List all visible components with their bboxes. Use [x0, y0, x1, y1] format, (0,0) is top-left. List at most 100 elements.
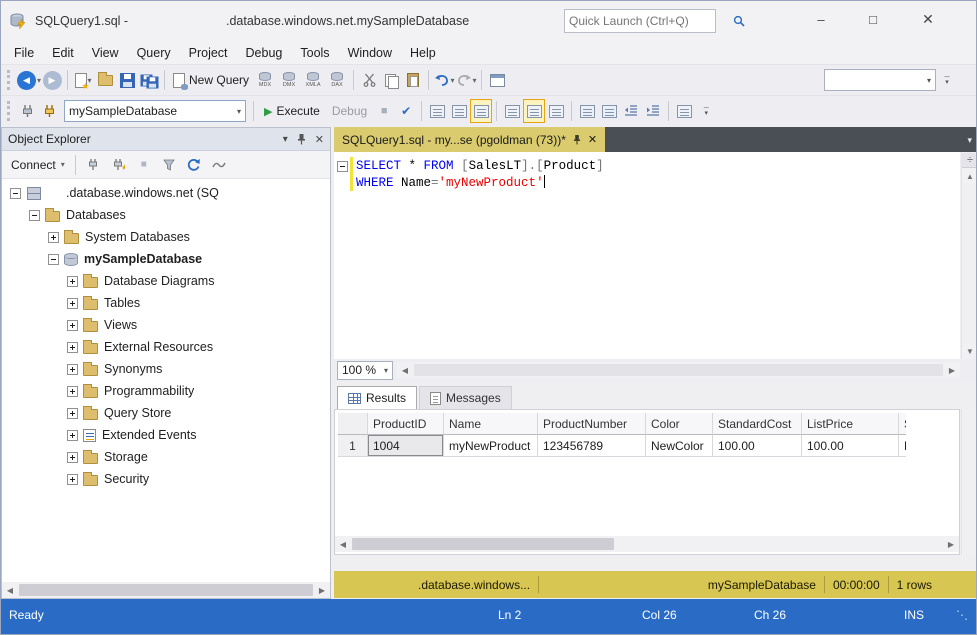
window-position-icon[interactable]: ▾	[283, 134, 288, 145]
tree-item-extended-events[interactable]: Extended Events	[2, 424, 330, 446]
estimated-plan-icon[interactable]	[426, 99, 448, 123]
scrollbar-thumb[interactable]	[19, 584, 313, 596]
close-button[interactable]: ✕	[906, 5, 950, 33]
tree-item-query-store[interactable]: Query Store	[2, 402, 330, 424]
stop-icon[interactable]: ■	[373, 99, 395, 123]
row-header[interactable]: 1	[338, 435, 368, 457]
column-header-listprice[interactable]: ListPrice	[802, 413, 899, 435]
scrollbar-thumb[interactable]	[414, 364, 943, 376]
expander-icon[interactable]	[48, 254, 59, 265]
connect-icon[interactable]	[17, 99, 39, 123]
expander-icon[interactable]	[67, 364, 78, 375]
menu-debug[interactable]: Debug	[237, 43, 292, 63]
save-button[interactable]	[116, 68, 138, 92]
menu-tools[interactable]: Tools	[291, 43, 338, 63]
cell-productid[interactable]: 1004	[368, 435, 444, 457]
menu-view[interactable]: View	[83, 43, 128, 63]
filter-icon[interactable]	[158, 153, 180, 177]
search-icon[interactable]	[728, 15, 750, 27]
expander-icon[interactable]	[67, 320, 78, 331]
options-icon[interactable]	[208, 153, 230, 177]
menu-project[interactable]: Project	[180, 43, 237, 63]
scroll-left-icon[interactable]: ◀	[397, 362, 413, 378]
increase-indent-icon[interactable]	[642, 99, 664, 123]
editor-hscrollbar[interactable]: ◀ ▶	[397, 362, 960, 378]
dmx-query-button[interactable]: DMX	[277, 68, 301, 92]
expander-icon[interactable]	[67, 408, 78, 419]
tree-item-mysampledatabase[interactable]: mySampleDatabase	[2, 248, 330, 270]
template-parameters-icon[interactable]	[673, 99, 695, 123]
menu-help[interactable]: Help	[401, 43, 445, 63]
expander-icon[interactable]	[10, 188, 21, 199]
object-explorer-hscrollbar[interactable]: ◀ ▶	[2, 582, 330, 598]
toolbar-grip[interactable]	[7, 101, 12, 121]
xmla-query-button[interactable]: XMLA	[301, 68, 325, 92]
tree-item-views[interactable]: Views	[2, 314, 330, 336]
cell-name[interactable]: myNewProduct	[444, 435, 538, 457]
scroll-right-icon[interactable]: ▶	[314, 582, 330, 598]
column-header-productid[interactable]: ProductID	[368, 413, 444, 435]
editor-vscrollbar[interactable]: ÷ ▲ ▼	[961, 153, 977, 359]
column-header-standardcost[interactable]: StandardCost	[713, 413, 802, 435]
scroll-down-icon[interactable]: ▼	[962, 343, 977, 359]
pin-icon[interactable]	[297, 133, 306, 145]
scrollbar-thumb[interactable]	[352, 538, 614, 550]
disconnect-icon[interactable]	[83, 153, 105, 177]
navigate-back-button[interactable]: ◀▾	[17, 68, 41, 92]
tab-messages[interactable]: Messages	[419, 386, 512, 409]
change-connection-icon[interactable]	[39, 99, 61, 123]
tree-item-databases[interactable]: Databases	[2, 204, 330, 226]
expander-icon[interactable]	[67, 298, 78, 309]
scroll-right-icon[interactable]: ▶	[943, 536, 959, 552]
live-query-stats-icon[interactable]	[448, 99, 470, 123]
expander-icon[interactable]	[67, 430, 78, 441]
mdx-query-button[interactable]: MDX	[253, 68, 277, 92]
comment-icon[interactable]	[576, 99, 598, 123]
results-vscrollbar[interactable]	[961, 409, 977, 555]
cut-icon[interactable]	[358, 68, 380, 92]
connect-dropdown[interactable]: Connect ▾	[8, 158, 68, 172]
tab-results[interactable]: Results	[337, 386, 417, 409]
outline-collapse-icon[interactable]	[337, 161, 348, 172]
tree-item-tables[interactable]: Tables	[2, 292, 330, 314]
scroll-left-icon[interactable]: ◀	[335, 536, 351, 552]
redo-button[interactable]: ▾	[455, 68, 477, 92]
open-file-button[interactable]	[94, 68, 116, 92]
results-to-grid-icon[interactable]	[523, 99, 545, 123]
execute-button[interactable]: ▶ Execute	[258, 99, 326, 123]
menu-window[interactable]: Window	[339, 43, 401, 63]
cell-listprice[interactable]: 100.00	[802, 435, 899, 457]
expander-icon[interactable]	[67, 386, 78, 397]
available-databases-combo[interactable]: mySampleDatabase ▾	[64, 100, 246, 122]
document-tab[interactable]: SQLQuery1.sql - my...se (pgoldman (73))*…	[334, 127, 605, 152]
sql-editor[interactable]: SELECT * FROM [SalesLT].[Product] WHERE …	[334, 152, 960, 359]
results-hscrollbar[interactable]: ◀ ▶	[335, 536, 959, 552]
quick-launch-box[interactable]	[564, 9, 716, 33]
pin-icon[interactable]	[573, 134, 581, 145]
results-to-file-icon[interactable]	[545, 99, 567, 123]
cell-size[interactable]: NULL	[899, 435, 906, 457]
expander-icon[interactable]	[29, 210, 40, 221]
resize-grip[interactable]: ⋱	[956, 608, 968, 622]
tree-item-database-diagrams[interactable]: Database Diagrams	[2, 270, 330, 292]
scroll-up-icon[interactable]: ▲	[962, 168, 977, 184]
toolbar-overflow-button[interactable]: ─▾	[936, 68, 958, 92]
column-header-productnumber[interactable]: ProductNumber	[538, 413, 646, 435]
copy-icon[interactable]	[380, 68, 402, 92]
tree-item-synonyms[interactable]: Synonyms	[2, 358, 330, 380]
undo-button[interactable]: ▾	[433, 68, 455, 92]
column-header-size[interactable]: Size	[899, 413, 906, 435]
tree-item-system-databases[interactable]: System Databases	[2, 226, 330, 248]
zoom-combo[interactable]: 100 % ▾	[337, 361, 393, 380]
refresh-icon[interactable]	[183, 153, 205, 177]
close-tab-icon[interactable]: ✕	[588, 133, 597, 146]
expander-icon[interactable]	[67, 276, 78, 287]
results-to-text-icon[interactable]	[501, 99, 523, 123]
menu-edit[interactable]: Edit	[43, 43, 83, 63]
tree-item-server[interactable]: .database.windows.net (SQ	[2, 182, 330, 204]
new-item-button[interactable]: ★▾	[72, 68, 94, 92]
scroll-right-icon[interactable]: ▶	[944, 362, 960, 378]
tree-item-storage[interactable]: Storage	[2, 446, 330, 468]
maximize-button[interactable]: □	[851, 5, 895, 33]
expander-icon[interactable]	[67, 452, 78, 463]
